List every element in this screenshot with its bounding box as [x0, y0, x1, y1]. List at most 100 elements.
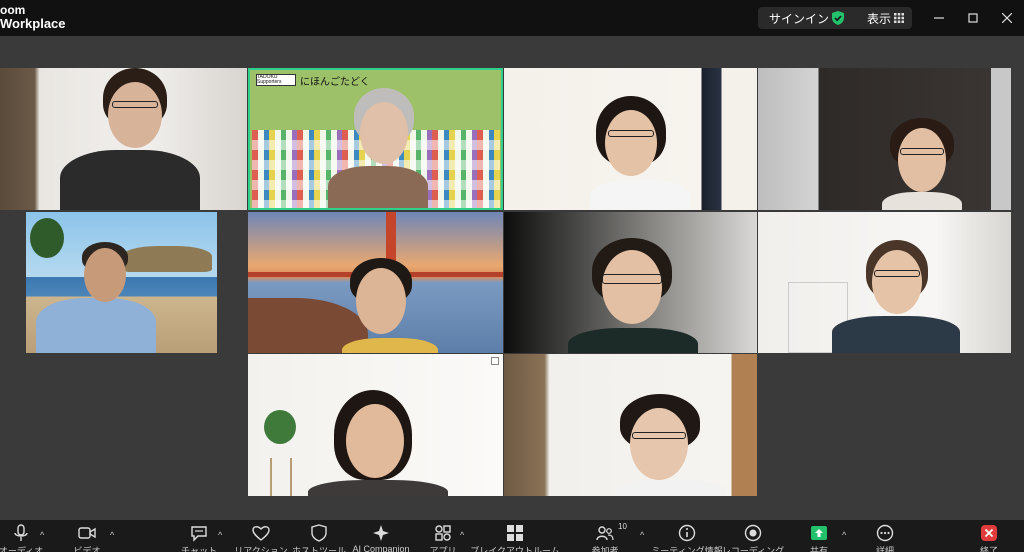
participant-body — [308, 480, 448, 496]
video-tile[interactable] — [26, 212, 217, 353]
ai-companion-button[interactable]: AI Companion — [346, 524, 416, 552]
participant-face — [346, 404, 404, 478]
record-label: レコーディング — [721, 546, 785, 552]
participant-face — [605, 110, 657, 176]
participant-face — [108, 82, 162, 148]
app-brand: oom Workplace — [0, 4, 66, 31]
more-button[interactable]: 詳細 — [850, 524, 920, 552]
minimize-button[interactable] — [922, 0, 956, 36]
minimize-icon — [934, 17, 944, 19]
apps-icon — [435, 525, 451, 541]
glasses — [874, 270, 920, 277]
sparkle-icon — [373, 525, 389, 541]
share-screen-icon — [811, 526, 827, 540]
participant-body — [342, 338, 438, 353]
close-icon — [1002, 13, 1012, 23]
record-button[interactable]: レコーディング — [718, 524, 788, 552]
host-tools-button[interactable]: ホストツール — [284, 524, 354, 552]
share-options-caret[interactable]: ^ — [842, 530, 846, 540]
view-button[interactable]: 表示 — [867, 10, 891, 27]
participant-body — [36, 298, 156, 353]
plant — [264, 410, 296, 444]
end-label: 終了 — [979, 546, 998, 552]
glasses — [112, 101, 158, 108]
video-tile[interactable] — [248, 354, 503, 496]
ai-companion-label: AI Companion — [352, 544, 410, 552]
video-tile[interactable] — [504, 354, 757, 496]
chat-button[interactable]: チャット — [164, 524, 234, 552]
participant-body — [328, 166, 428, 208]
chat-label: チャット — [181, 546, 217, 552]
participant-face — [898, 128, 946, 192]
glasses — [900, 148, 944, 155]
breakout-rooms-button[interactable]: ブレイクアウトルーム — [470, 524, 560, 552]
end-meeting-button[interactable]: 終了 — [954, 524, 1024, 552]
video-tile[interactable] — [758, 212, 1011, 353]
video-tile[interactable] — [248, 212, 503, 353]
banner-logo-text: TADOKU Supporters — [257, 74, 282, 85]
chat-options-caret[interactable]: ^ — [218, 530, 222, 540]
audio-label: オーディオ — [0, 546, 44, 552]
glasses — [632, 432, 686, 439]
meeting-info-label: ミーティング情報 — [651, 546, 723, 552]
participants-count: 10 — [618, 522, 627, 531]
glasses — [608, 130, 654, 137]
video-label: ビデオ — [73, 546, 101, 552]
video-tile[interactable] — [0, 68, 247, 210]
banner-title: にほんごたどく — [300, 77, 370, 88]
participant-face — [84, 248, 126, 302]
participant-body — [568, 328, 698, 353]
plant-stand — [270, 458, 292, 496]
chat-bubble-icon — [191, 526, 207, 542]
video-gallery: TADOKU Supporters にほんごたどく — [0, 36, 1024, 520]
participant-body — [616, 480, 726, 496]
participant-body — [832, 316, 960, 353]
video-camera-icon — [78, 527, 96, 539]
apps-label: アプリ — [429, 546, 457, 552]
hut-roof — [122, 246, 212, 272]
signin-view-group: サインイン 表示 — [757, 7, 912, 29]
info-icon — [678, 524, 696, 542]
more-icon — [876, 524, 894, 542]
participant-face — [602, 250, 662, 324]
video-tile-active-speaker[interactable]: TADOKU Supporters にほんごたどく — [248, 68, 503, 210]
participant-face — [872, 250, 922, 314]
participant-body — [590, 180, 690, 210]
participant-body — [882, 192, 962, 210]
palm-tree — [30, 218, 64, 258]
banner-logo-box: TADOKU Supporters — [256, 74, 296, 86]
host-tools-label: ホストツール — [291, 546, 346, 552]
participants-options-caret[interactable]: ^ — [640, 530, 644, 540]
breakout-rooms-icon — [507, 525, 523, 541]
participants-icon — [596, 526, 614, 541]
participant-face — [360, 102, 408, 164]
more-label: 詳細 — [875, 546, 894, 552]
brand-line2: Workplace — [0, 16, 66, 31]
video-tile[interactable] — [758, 68, 1011, 210]
record-icon — [744, 524, 762, 542]
shield-check-icon — [831, 11, 844, 25]
corner-marker — [491, 357, 499, 365]
video-tile[interactable] — [504, 68, 757, 210]
apps-button[interactable]: アプリ — [408, 524, 478, 552]
participant-face — [356, 268, 406, 334]
audio-options-caret[interactable]: ^ — [40, 530, 44, 540]
apps-options-caret[interactable]: ^ — [460, 530, 464, 540]
maximize-button[interactable] — [956, 0, 990, 36]
glasses — [602, 274, 662, 284]
signin-button[interactable]: サインイン — [769, 10, 829, 27]
participants-button[interactable]: 参加者 — [570, 524, 640, 552]
meeting-toolbar: オーディオ ^ ビデオ ^ チャット ^ リアクション ホストツール AI Co… — [0, 520, 1024, 552]
close-button[interactable] — [990, 0, 1024, 36]
reactions-label: リアクション — [234, 546, 288, 552]
audio-button[interactable]: オーディオ — [0, 524, 56, 552]
shield-icon — [311, 524, 327, 542]
video-options-caret[interactable]: ^ — [110, 530, 114, 540]
participant-body — [60, 150, 200, 210]
heart-icon — [252, 526, 270, 541]
video-tile[interactable] — [504, 212, 757, 353]
title-bar: oom Workplace サインイン 表示 — [0, 0, 1024, 36]
share-label: 共有 — [809, 546, 828, 552]
participants-label: 参加者 — [591, 546, 619, 552]
meeting-info-button[interactable]: ミーティング情報 — [651, 524, 723, 552]
